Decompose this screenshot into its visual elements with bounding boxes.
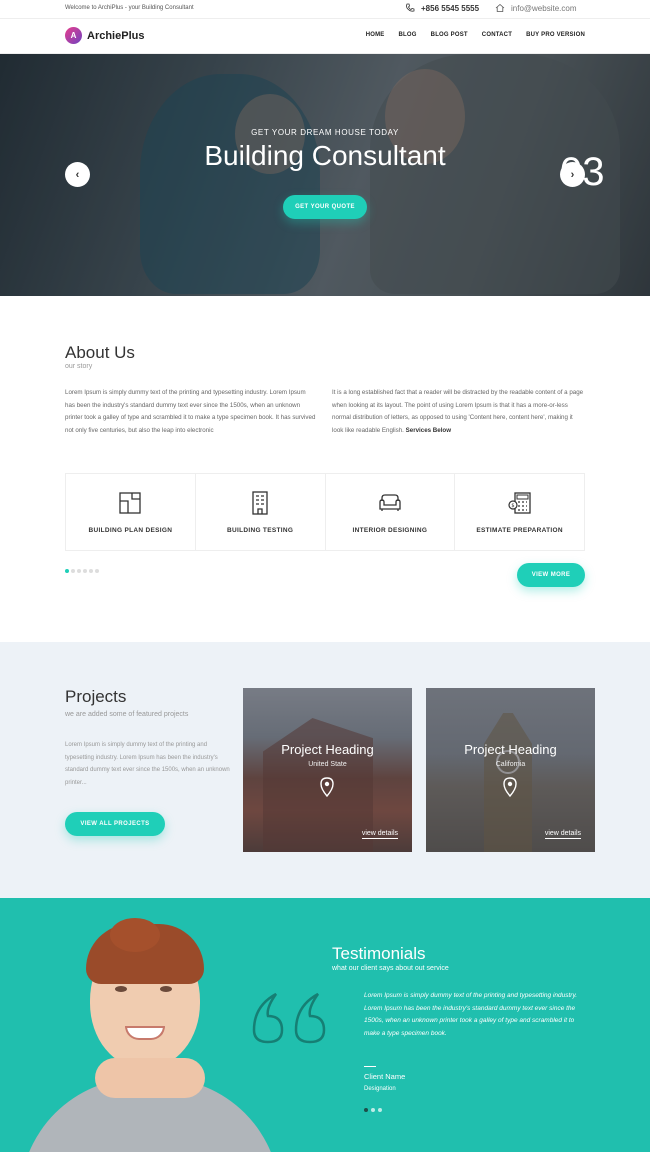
service-label: BUILDING TESTING xyxy=(227,526,294,534)
project-heading: Project Heading xyxy=(464,742,557,757)
hero-kicker: GET YOUR DREAM HOUSE TODAY xyxy=(251,128,399,137)
carousel-dot[interactable] xyxy=(71,569,75,573)
sofa-icon xyxy=(379,493,401,511)
logo[interactable]: A ArchiePlus xyxy=(65,27,144,44)
hero-overlay xyxy=(0,54,650,296)
service-card-building-testing[interactable]: BUILDING TESTING xyxy=(194,473,325,551)
view-details-link[interactable]: view details xyxy=(544,830,581,839)
location-pin-icon xyxy=(503,777,517,797)
hero-slider: GET YOUR DREAM HOUSE TODAY Building Cons… xyxy=(0,54,650,296)
carousel-dot[interactable] xyxy=(89,569,93,573)
testimonial-dot[interactable] xyxy=(378,1108,382,1112)
view-details-link[interactable]: view details xyxy=(361,830,398,839)
top-bar: Welcome to ArchiPlus - your Building Con… xyxy=(0,0,650,19)
quote-icon xyxy=(252,992,326,1044)
navbar: A ArchiePlus HOME BLOG BLOG POST CONTACT… xyxy=(0,19,650,54)
testimonials-subtitle: what our client says about out service xyxy=(332,965,449,972)
hero-title: Building Consultant xyxy=(204,140,446,171)
service-label: ESTIMATE PREPARATION xyxy=(476,526,563,534)
nav-blog[interactable]: BLOG xyxy=(399,32,417,38)
testimonial-dot[interactable] xyxy=(364,1108,368,1112)
email-address: info@website.com xyxy=(511,3,577,13)
client-name: Client Name xyxy=(364,1072,406,1081)
project-location: California xyxy=(495,761,526,768)
carousel-dot[interactable] xyxy=(77,569,81,573)
get-quote-button[interactable]: GET YOUR QUOTE xyxy=(283,195,367,219)
testimonials-section: Testimonials what our client says about … xyxy=(0,898,650,1152)
phone-number: +856 5545 5555 xyxy=(421,3,480,13)
calculator-icon: $ xyxy=(508,491,531,514)
projects-description: Lorem Ipsum is simply dummy text of the … xyxy=(65,742,230,786)
services-below-link[interactable]: Services Below xyxy=(406,427,451,434)
about-text-right-body: It is a long established fact that a rea… xyxy=(332,389,584,434)
service-card-interior[interactable]: INTERIOR DESIGNING xyxy=(324,473,455,551)
nav-blog-post[interactable]: BLOG POST xyxy=(431,32,468,38)
carousel-dot[interactable] xyxy=(83,569,87,573)
about-title: About Us xyxy=(65,343,135,362)
home-icon xyxy=(495,3,505,12)
nav-home[interactable]: HOME xyxy=(366,32,385,38)
project-location: United State xyxy=(308,761,347,768)
carousel-dot[interactable] xyxy=(65,569,69,573)
projects-section: Projects we are added some of featured p… xyxy=(0,642,650,898)
floor-plan-icon xyxy=(119,491,142,514)
welcome-text: Welcome to ArchiPlus - your Building Con… xyxy=(65,5,194,11)
project-image-overlay xyxy=(426,688,595,852)
client-role: Designation xyxy=(364,1086,396,1092)
building-icon xyxy=(252,490,268,515)
about-text-left: Lorem Ipsum is simply dummy text of the … xyxy=(65,389,316,434)
view-all-projects-button[interactable]: VIEW ALL PROJECTS xyxy=(65,812,165,836)
logo-mark: A xyxy=(65,27,82,44)
view-more-button[interactable]: VIEW MORE xyxy=(517,563,585,587)
testimonial-dot[interactable] xyxy=(371,1108,375,1112)
divider xyxy=(364,1066,376,1067)
project-card[interactable]: Project Heading California view details xyxy=(426,688,595,852)
service-card-estimate[interactable]: $ ESTIMATE PREPARATION xyxy=(454,473,585,551)
phone-contact[interactable]: +856 5545 5555 xyxy=(405,3,479,13)
project-heading: Project Heading xyxy=(281,742,374,757)
about-text-right: It is a long established fact that a rea… xyxy=(332,387,584,437)
testimonial-dots xyxy=(364,1108,382,1112)
client-photo-eye xyxy=(160,986,172,992)
carousel-dot[interactable] xyxy=(95,569,99,573)
project-card[interactable]: Project Heading United State view detail… xyxy=(243,688,412,852)
client-photo-hands xyxy=(95,1058,205,1098)
client-photo-eye xyxy=(115,986,127,992)
chevron-right-icon: › xyxy=(570,168,575,181)
email-contact[interactable]: info@website.com xyxy=(495,3,576,13)
projects-subtitle: we are added some of featured projects xyxy=(65,711,189,718)
chevron-left-icon: ‹ xyxy=(75,168,80,181)
client-photo-hair-bun xyxy=(110,918,160,952)
testimonial-text: Lorem Ipsum is simply dummy text of the … xyxy=(364,992,578,1037)
main-nav: HOME BLOG BLOG POST CONTACT BUY PRO VERS… xyxy=(366,32,585,38)
slider-next-button[interactable]: › xyxy=(560,162,585,187)
carousel-dots xyxy=(65,569,99,573)
projects-title: Projects xyxy=(65,687,127,706)
about-subtitle: our story xyxy=(65,363,93,370)
slider-prev-button[interactable]: ‹ xyxy=(65,162,90,187)
svg-text:$: $ xyxy=(511,503,514,509)
testimonials-title: Testimonials xyxy=(332,944,426,963)
service-label: BUILDING PLAN DESIGN xyxy=(88,526,173,534)
location-pin-icon xyxy=(320,777,334,797)
phone-icon xyxy=(406,3,415,12)
service-label: INTERIOR DESIGNING xyxy=(352,526,428,534)
nav-buy-pro[interactable]: BUY PRO VERSION xyxy=(526,32,585,38)
logo-text: ArchiePlus xyxy=(87,29,145,42)
services-carousel: BUILDING PLAN DESIGN BUILDING TESTING IN… xyxy=(65,473,585,551)
project-image-overlay xyxy=(243,688,412,852)
service-card-plan-design[interactable]: BUILDING PLAN DESIGN xyxy=(65,473,195,551)
nav-contact[interactable]: CONTACT xyxy=(482,32,512,38)
